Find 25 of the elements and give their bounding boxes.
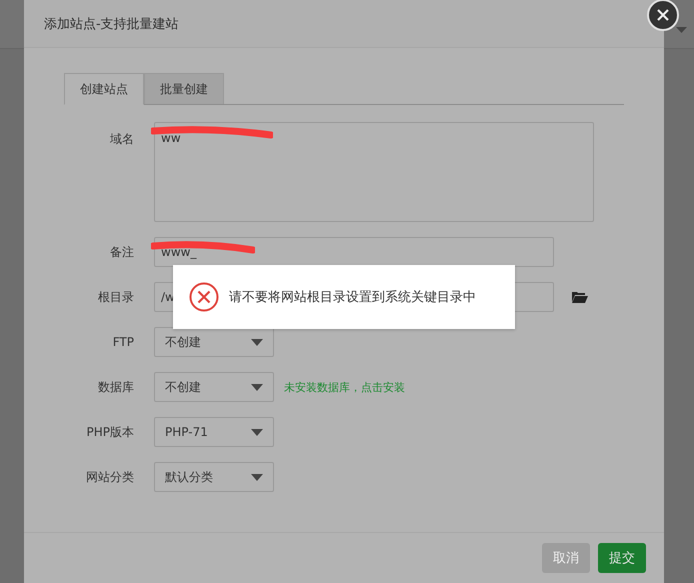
error-message: 请不要将网站根目录设置到系统关键目录中 xyxy=(229,289,476,306)
field-label: 备注 xyxy=(109,244,134,260)
field-label: PHP版本 xyxy=(86,424,134,440)
tab[interactable]: 创建站点 xyxy=(64,73,144,105)
field-label: 网站分类 xyxy=(85,468,134,486)
error-icon xyxy=(189,282,219,312)
caret-icon xyxy=(676,27,687,33)
remark-field[interactable]: www_ xyxy=(154,237,554,267)
domain-field[interactable]: ww xyxy=(154,122,594,222)
dropdown[interactable]: PHP-71 xyxy=(154,417,274,447)
caret-icon xyxy=(251,474,263,480)
field-label: 根目录 xyxy=(97,288,134,306)
dropdown[interactable]: 默认分类 xyxy=(154,462,274,492)
dropdown[interactable]: 不创建 xyxy=(154,372,274,402)
field-label: FTP xyxy=(112,335,134,349)
field-label: 域名 xyxy=(109,131,134,148)
close-icon xyxy=(657,9,669,21)
caret-icon xyxy=(251,428,263,436)
caret-icon xyxy=(251,384,263,390)
folder-icon[interactable] xyxy=(572,291,588,303)
dialog-title: 添加站点-支持批量建站 xyxy=(44,16,179,32)
field-label: 数据库 xyxy=(97,378,134,396)
caret-icon xyxy=(251,338,263,346)
tab[interactable]: 批量创建 xyxy=(144,73,224,104)
submit-button[interactable]: 提交 xyxy=(598,543,646,573)
